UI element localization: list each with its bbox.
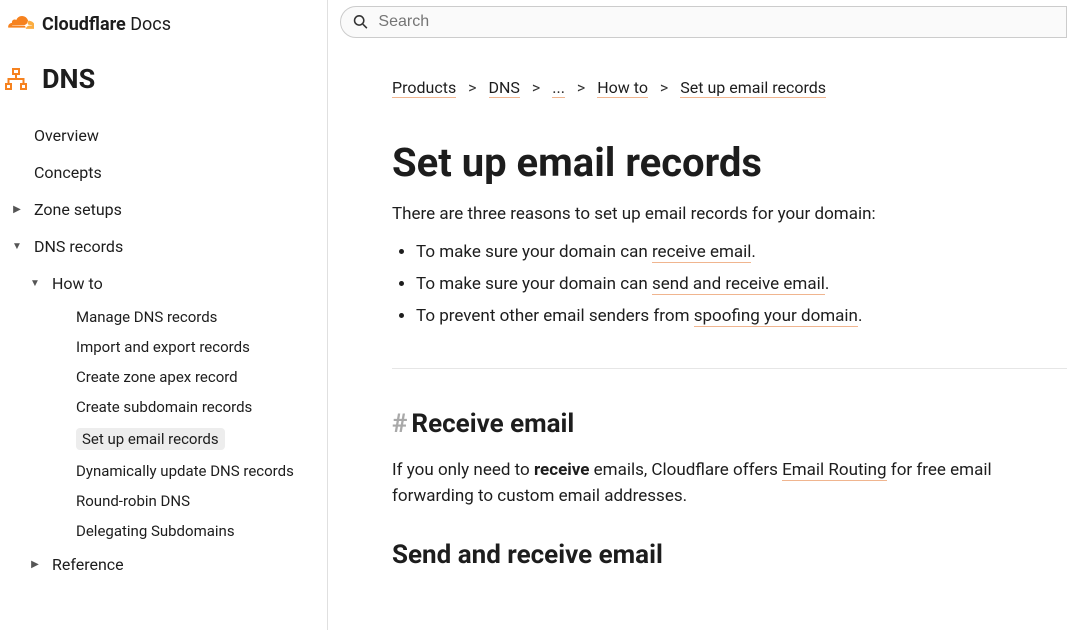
nav-how-to[interactable]: ▼How to: [0, 265, 327, 302]
link-spoofing[interactable]: spoofing your domain: [694, 306, 858, 327]
breadcrumb-separator: >: [532, 78, 540, 97]
nav-reference[interactable]: ▶Reference: [0, 546, 327, 583]
nav-leaf-email[interactable]: Set up email records: [0, 422, 327, 456]
search-box[interactable]: [340, 6, 1067, 38]
hierarchy-icon: [4, 67, 28, 91]
caret-down-icon: ▼: [18, 278, 52, 289]
reason-item: To make sure your domain can receive ema…: [416, 242, 1067, 262]
caret-right-icon: ▶: [18, 559, 52, 570]
sidebar: Cloudflare Docs DNS Overview Concepts ▶Z…: [0, 0, 328, 630]
nav-leaf-delegating[interactable]: Delegating Subdomains: [0, 516, 327, 546]
nav-leaf-roundrobin[interactable]: Round-robin DNS: [0, 486, 327, 516]
cloudflare-logo-icon: [8, 16, 34, 34]
caret-down-icon: ▼: [0, 241, 34, 252]
link-email-routing[interactable]: Email Routing: [782, 460, 886, 481]
crumb-products[interactable]: Products: [392, 78, 456, 98]
nav-zone-setups[interactable]: ▶Zone setups: [0, 191, 327, 228]
nav-howto-list: Manage DNS records Import and export rec…: [0, 302, 327, 546]
crumb-current[interactable]: Set up email records: [680, 78, 826, 98]
reason-item: To prevent other email senders from spoo…: [416, 306, 1067, 326]
nav-list: Overview Concepts ▶Zone setups ▼DNS reco…: [0, 117, 327, 583]
nav-overview[interactable]: Overview: [0, 117, 327, 154]
heading-receive: #Receive email: [392, 409, 1067, 439]
reasons-list: To make sure your domain can receive ema…: [392, 242, 1067, 326]
link-send-receive-email[interactable]: send and receive email: [652, 274, 825, 295]
caret-right-icon: ▶: [0, 204, 34, 215]
nav-leaf-apex[interactable]: Create zone apex record: [0, 362, 327, 392]
nav-leaf-dynamic[interactable]: Dynamically update DNS records: [0, 456, 327, 486]
crumb-ellipsis[interactable]: ...: [552, 78, 565, 98]
breadcrumb: Products > DNS > ... > How to > Set up e…: [392, 78, 1067, 97]
hash-anchor-icon[interactable]: #: [392, 409, 407, 439]
heading-send: Send and receive email: [392, 540, 1067, 570]
search-row: [328, 0, 1067, 44]
nav-dns-records[interactable]: ▼DNS records: [0, 228, 327, 265]
section-header: DNS: [0, 63, 327, 95]
receive-paragraph: If you only need to receive emails, Clou…: [392, 457, 1067, 510]
brand-row[interactable]: Cloudflare Docs: [0, 14, 327, 35]
intro-text: There are three reasons to set up email …: [392, 204, 1067, 224]
search-input[interactable]: [378, 13, 1066, 31]
nav-leaf-manage[interactable]: Manage DNS records: [0, 302, 327, 332]
crumb-howto[interactable]: How to: [597, 78, 648, 98]
page-title: Set up email records: [392, 139, 1067, 186]
crumb-dns[interactable]: DNS: [489, 78, 520, 98]
breadcrumb-separator: >: [660, 78, 668, 97]
breadcrumb-separator: >: [577, 78, 585, 97]
brand-text: Cloudflare Docs: [42, 14, 171, 35]
divider: [392, 368, 1067, 369]
link-receive-email[interactable]: receive email: [652, 242, 751, 263]
breadcrumb-separator: >: [468, 78, 476, 97]
main-content: Products > DNS > ... > How to > Set up e…: [328, 0, 1067, 630]
nav-leaf-subdomain[interactable]: Create subdomain records: [0, 392, 327, 422]
search-icon: [353, 14, 368, 30]
nav-leaf-import[interactable]: Import and export records: [0, 332, 327, 362]
section-title: DNS: [42, 63, 95, 95]
nav-concepts[interactable]: Concepts: [0, 154, 327, 191]
reason-item: To make sure your domain can send and re…: [416, 274, 1067, 294]
